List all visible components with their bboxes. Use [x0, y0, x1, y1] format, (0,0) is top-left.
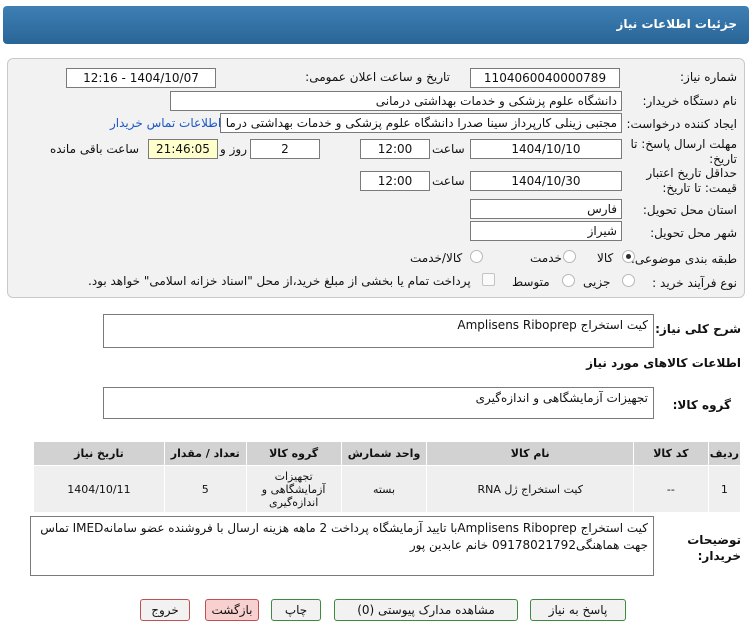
deadline-time-label: ساعت: [432, 142, 465, 156]
exit-button[interactable]: خروج: [140, 599, 190, 621]
col-name: نام کالا: [426, 441, 634, 466]
summary-label: شرح کلی نیاز:: [655, 322, 741, 336]
view-documents-button[interactable]: مشاهده مدارک پیوستی (0): [334, 599, 518, 621]
validity-time-label: ساعت: [432, 174, 465, 188]
category-goods-radio[interactable]: [622, 250, 635, 263]
province-label: استان محل تحویل:: [642, 203, 737, 217]
goods-group-text: تجهیزات آزمایشگاهی و اندازه‌گیری: [475, 391, 648, 405]
page-title: جزئیات اطلاعات نیاز: [616, 17, 737, 31]
process-minor-label: جزیی: [583, 275, 611, 289]
print-button[interactable]: چاپ: [271, 599, 321, 621]
creator-label: ایجاد کننده درخواست:: [626, 117, 737, 131]
cell-index: 1: [707, 465, 742, 513]
buyer-org-label: نام دستگاه خریدار:: [642, 94, 738, 108]
city-label: شهر محل تحویل:: [650, 226, 737, 240]
goods-group-label: گروه کالا:: [672, 398, 731, 412]
process-label: نوع فرآیند خرید :: [652, 276, 737, 290]
category-both-radio[interactable]: [470, 250, 483, 263]
category-goods-label: کالا: [597, 251, 614, 265]
process-minor-radio[interactable]: [622, 274, 635, 287]
deadline-time-field[interactable]: 12:00: [360, 139, 430, 159]
validity-time-field[interactable]: 12:00: [360, 171, 430, 191]
col-qty: تعداد / مقدار: [163, 441, 247, 466]
col-code: کد کالا: [632, 441, 709, 466]
deadline-date-field[interactable]: 1404/10/10: [470, 139, 622, 159]
category-both-label: کالا/خدمت: [410, 251, 463, 265]
buyer-notes-label-2: خریدار:: [697, 549, 741, 563]
summary-field[interactable]: کیت استخراج Amplisens Riboprep: [103, 314, 654, 348]
process-medium-label: متوسط: [512, 275, 550, 289]
deadline-label-2: تاریخ:: [709, 152, 737, 166]
table-row[interactable]: 1 -- کیت استخراج ژل RNA بسته تجهیزات آزم…: [33, 465, 742, 513]
buyer-notes-label: توضیحات: [687, 533, 741, 547]
goods-info-heading: اطلاعات کالاهای مورد نیاز: [586, 356, 741, 370]
remaining-time-field: 21:46:05: [148, 139, 218, 159]
cell-name: کیت استخراج ژل RNA: [426, 465, 634, 513]
col-date: تاریخ نیاز: [33, 441, 165, 466]
remaining-label: ساعت باقی مانده: [50, 142, 140, 156]
buyer-notes-text: کیت استخراج Amplisens Riboprepبا تایید آ…: [40, 521, 648, 552]
city-field[interactable]: شیراز: [470, 221, 622, 241]
cell-unit: بسته: [340, 465, 428, 513]
announce-field[interactable]: 1404/10/07 - 12:16: [66, 68, 216, 88]
min-validity-label-2: قیمت: تا تاریخ:: [662, 181, 737, 195]
title-bar: جزئیات اطلاعات نیاز: [3, 6, 749, 44]
cell-date: 1404/10/11: [33, 465, 165, 513]
buyer-notes-field[interactable]: کیت استخراج Amplisens Riboprepبا تایید آ…: [30, 516, 654, 576]
back-button[interactable]: بازگشت: [205, 599, 259, 621]
validity-date-field[interactable]: 1404/10/30: [470, 171, 622, 191]
category-service-radio[interactable]: [563, 250, 576, 263]
cell-qty: 5: [163, 465, 247, 513]
min-validity-label: حداقل تاریخ اعتبار: [646, 166, 737, 180]
cell-group: تجهیزات آزمایشگاهی و اندازه‌گیری: [245, 465, 342, 513]
process-medium-radio[interactable]: [562, 274, 575, 287]
province-field[interactable]: فارس: [470, 199, 622, 219]
treasury-checkbox[interactable]: [482, 273, 495, 286]
need-number-field[interactable]: 1104060040000789: [470, 68, 620, 88]
col-index: ردیف: [707, 441, 742, 466]
days-field[interactable]: 2: [250, 139, 320, 159]
category-label: طبقه بندی موضوعی:: [630, 252, 737, 266]
need-number-label: شماره نیاز:: [680, 70, 737, 84]
goods-group-field[interactable]: تجهیزات آزمایشگاهی و اندازه‌گیری: [103, 387, 654, 419]
buyer-org-field[interactable]: دانشگاه علوم پزشکی و خدمات بهداشتی درمان…: [170, 91, 622, 111]
summary-text: کیت استخراج Amplisens Riboprep: [457, 318, 648, 332]
col-unit: واحد شمارش: [340, 441, 428, 466]
contact-buyer-link[interactable]: اطلاعات تماس خریدار: [110, 116, 221, 130]
announce-label: تاریخ و ساعت اعلان عمومی:: [305, 70, 450, 84]
creator-field[interactable]: مجتبی زینلی کارپرداز سینا صدرا دانشگاه ع…: [220, 113, 622, 133]
col-group: گروه کالا: [245, 441, 342, 466]
treasury-note: پرداخت تمام یا بخشی از مبلغ خرید،از محل …: [88, 274, 471, 288]
table-header-row: ردیف کد کالا نام کالا واحد شمارش گروه کا…: [33, 441, 742, 466]
cell-code: --: [632, 465, 709, 513]
days-label: روز و: [220, 142, 247, 156]
reply-button[interactable]: پاسخ به نیاز: [530, 599, 626, 621]
items-table: ردیف کد کالا نام کالا واحد شمارش گروه کا…: [33, 441, 742, 513]
category-service-label: خدمت: [530, 251, 562, 265]
deadline-label: مهلت ارسال پاسخ: تا: [630, 137, 737, 151]
